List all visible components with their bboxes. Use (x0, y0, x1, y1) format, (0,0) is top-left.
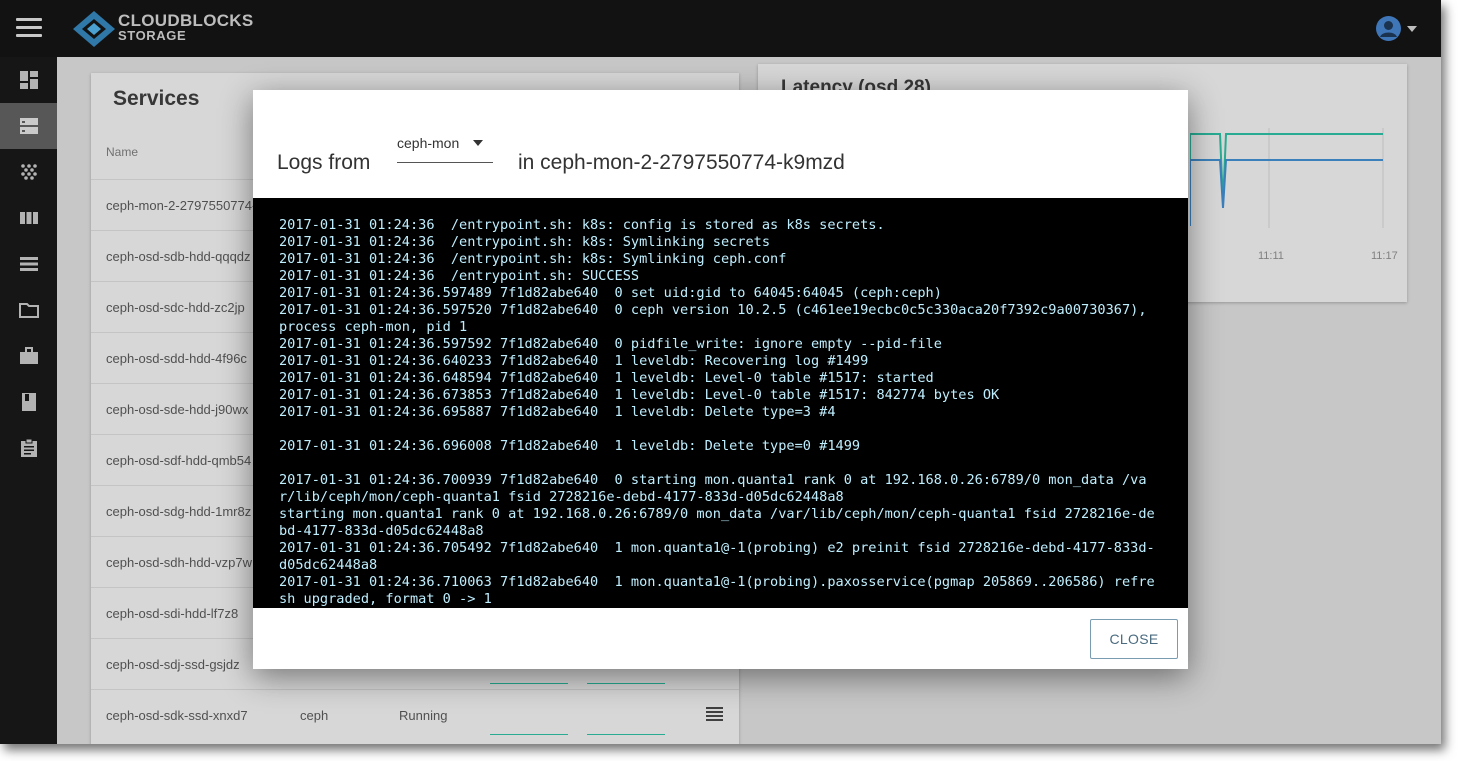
service-owner: ceph (300, 708, 329, 723)
column-header-name: Name (106, 145, 139, 159)
cloudblocks-logo-icon (73, 11, 115, 47)
columns-icon (20, 212, 38, 224)
chevron-down-icon (473, 140, 483, 146)
dialog-footer: CLOSE (253, 608, 1188, 669)
sidebar-item-cluster[interactable] (0, 149, 57, 195)
latency-chart (1190, 128, 1384, 228)
latency-series-line (1190, 159, 1383, 226)
cpu-usage-bar (490, 683, 568, 684)
pod-name-label: in ceph-mon-2-2797550774-k9mzd (518, 151, 845, 174)
cpu-usage-bar (490, 734, 568, 735)
dashboard-icon (20, 71, 38, 89)
book-icon (22, 393, 36, 411)
service-name: ceph-osd-sdg-hdd-1mr8z (106, 504, 252, 519)
cluster-icon (21, 164, 37, 180)
sidebar-item-briefcase[interactable] (0, 333, 57, 379)
service-name: ceph-osd-sdd-hdd-4f96c (106, 351, 247, 366)
container-select-value: ceph-mon (397, 135, 460, 151)
memory-usage-bar (587, 683, 665, 684)
log-text: 2017-01-31 01:24:36 /entrypoint.sh: k8s:… (279, 217, 1155, 607)
service-name: ceph-osd-sde-hdd-j90wx (106, 402, 249, 417)
chart-tick-label: 11:11 (1258, 250, 1284, 262)
table-row[interactable]: ceph-osd-sdk-ssd-xnxd7 ceph Running (91, 689, 739, 741)
view-logs-icon[interactable] (706, 707, 723, 721)
dialog-header: Logs from ceph-mon in ceph-mon-2-2797550… (253, 90, 1188, 198)
logs-dialog: Logs from ceph-mon in ceph-mon-2-2797550… (253, 90, 1188, 669)
service-name: ceph-osd-sdf-hdd-qmb54 (106, 453, 252, 468)
service-name: ceph-osd-sdi-hdd-lf7z8 (106, 606, 239, 621)
service-name: ceph-osd-sdh-hdd-vzp7w (106, 555, 252, 570)
list-icon (20, 257, 38, 271)
hamburger-menu-icon[interactable] (16, 18, 42, 38)
services-title: Services (113, 87, 200, 110)
log-output[interactable]: 2017-01-31 01:24:36 /entrypoint.sh: k8s:… (253, 198, 1188, 608)
latency-series-line (1190, 133, 1383, 226)
user-account-icon[interactable] (1376, 16, 1401, 41)
sidebar-item-columns[interactable] (0, 195, 57, 241)
sidebar-item-servers[interactable] (0, 103, 57, 149)
service-name: ceph-osd-sdk-ssd-xnxd7 (106, 708, 248, 723)
logo-line-2: STORAGE (118, 28, 187, 43)
chart-tick-label: 11:17 (1371, 250, 1398, 262)
servers-icon (20, 118, 38, 134)
sidebar-item-folder[interactable] (0, 287, 57, 333)
sidebar-item-list[interactable] (0, 241, 57, 287)
briefcase-icon (20, 347, 38, 364)
logs-from-label: Logs from (277, 151, 371, 174)
side-nav (0, 57, 57, 744)
service-name: ceph-osd-sdb-hdd-qqqdz (106, 249, 251, 264)
app-window: CLOUDBLOCKS STORAGE Services Name ceph-m… (0, 0, 1441, 744)
service-name: ceph-osd-sdj-ssd-gsjdz (106, 657, 240, 672)
logo-text: CLOUDBLOCKS STORAGE (118, 11, 254, 43)
close-button[interactable]: CLOSE (1090, 619, 1178, 659)
sidebar-item-clipboard[interactable] (0, 425, 57, 471)
sidebar-item-dashboard[interactable] (0, 57, 57, 103)
user-menu-caret-icon[interactable] (1407, 26, 1417, 32)
memory-usage-bar (587, 734, 665, 735)
service-status: Running (399, 708, 448, 723)
logo-line-1: CLOUDBLOCKS (118, 11, 254, 30)
top-bar: CLOUDBLOCKS STORAGE (0, 0, 1441, 57)
folder-icon (19, 303, 39, 318)
service-name: ceph-mon-2-2797550774-k (106, 198, 263, 213)
clipboard-icon (21, 438, 37, 457)
container-select[interactable]: ceph-mon (397, 134, 493, 163)
service-name: ceph-osd-sdc-hdd-zc2jp (106, 300, 245, 315)
sidebar-item-book[interactable] (0, 379, 57, 425)
